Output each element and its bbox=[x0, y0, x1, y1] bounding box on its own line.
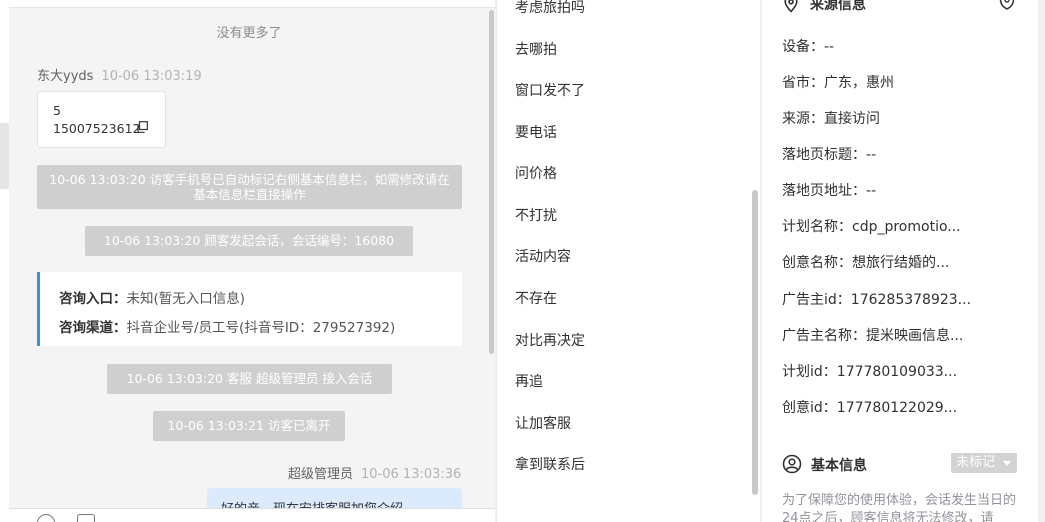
info-value: -- bbox=[866, 147, 877, 163]
info-label: 计划名称： bbox=[782, 219, 852, 235]
basic-info-title: 基本信息 bbox=[811, 458, 867, 474]
reason-item[interactable]: 考虑旅拍吗 bbox=[515, 0, 585, 17]
basic-info-note: 为了保障您的使用体验，会话发生当日的24点之后，顾客信息将无法修改，请 bbox=[782, 493, 1017, 522]
chat-panel: 没有更多了 东大yyds 10-06 13:03:19 5 15007523612… bbox=[9, 0, 495, 522]
info-label: 设备： bbox=[782, 39, 824, 55]
chat-input-toolbar bbox=[9, 508, 495, 522]
user-circle-icon bbox=[782, 454, 802, 474]
source-info-row: 计划id：177780109033... bbox=[782, 361, 957, 381]
info-label: 落地页地址： bbox=[782, 183, 866, 199]
reason-item[interactable]: 活动内容 bbox=[515, 246, 571, 266]
copy-icon[interactable] bbox=[136, 121, 148, 133]
system-message-session-start: 10-06 13:03:20 顾客发起会话，会话编号：16080 bbox=[85, 226, 413, 256]
message-time: 10-06 13:03:36 bbox=[361, 467, 462, 482]
tag-dropdown[interactable]: 未标记 bbox=[951, 453, 1017, 473]
info-label: 广告主id： bbox=[782, 292, 851, 308]
emoji-icon[interactable] bbox=[37, 514, 55, 522]
tag-dropdown-label: 未标记 bbox=[956, 455, 996, 470]
source-info-row: 广告主名称：提米映画信息... bbox=[782, 325, 963, 345]
location-pin-icon bbox=[784, 0, 798, 13]
source-info-row: 创意名称：想旅行结婚的... bbox=[782, 252, 949, 272]
source-info-row: 落地页地址：-- bbox=[782, 180, 876, 200]
reason-item[interactable]: 窗口发不了 bbox=[515, 80, 585, 100]
card-line: 5 bbox=[53, 103, 61, 118]
phone-card-message: 5 15007523612 bbox=[37, 91, 166, 148]
outer-left-strip bbox=[0, 0, 9, 522]
reason-item[interactable]: 再追 bbox=[515, 371, 543, 391]
source-info-row: 省市：广东，惠州 bbox=[782, 72, 894, 92]
reason-item[interactable]: 问价格 bbox=[515, 163, 557, 183]
message-header: 东大yyds 10-06 13:03:19 bbox=[37, 65, 202, 84]
chat-scrollbar[interactable] bbox=[489, 10, 494, 354]
info-value: -- bbox=[866, 183, 877, 199]
message-header: 超级管理员 10-06 13:03:36 bbox=[288, 463, 461, 482]
no-more-hint: 没有更多了 bbox=[216, 26, 282, 41]
reason-scrollbar[interactable] bbox=[752, 190, 758, 495]
source-info-row: 创意id：177780122029... bbox=[782, 397, 957, 417]
message-time: 10-06 13:03:19 bbox=[101, 69, 202, 84]
info-label: 计划id： bbox=[782, 364, 837, 380]
reason-item[interactable]: 不打扰 bbox=[515, 205, 557, 225]
consult-entry-label: 咨询入口： bbox=[59, 291, 127, 307]
source-info-row: 来源：直接访问 bbox=[782, 108, 880, 128]
consult-entry-value: 未知(暂无入口信息) bbox=[126, 291, 246, 307]
reason-item[interactable]: 去哪拍 bbox=[515, 39, 557, 59]
info-value: 177780109033... bbox=[836, 364, 958, 380]
reason-list-panel: 考虑旅拍吗去哪拍窗口发不了要电话问价格不打扰活动内容不存在对比再决定再追让加客服… bbox=[496, 0, 760, 522]
system-message-visitor-left: 10-06 13:03:21 访客已离开 bbox=[153, 411, 345, 441]
reason-item[interactable]: 让加客服 bbox=[515, 413, 571, 433]
info-value: 广东，惠州 bbox=[824, 75, 894, 91]
shield-icon[interactable] bbox=[998, 0, 1016, 10]
right-edge bbox=[1038, 0, 1045, 522]
info-value: 想旅行结婚的... bbox=[852, 255, 950, 271]
source-info-row: 广告主id：176285378923... bbox=[782, 289, 971, 309]
sender-name: 超级管理员 bbox=[288, 467, 354, 482]
system-message-phone-marked: 10-06 13:03:20 访客手机号已自动标记右侧基本信息栏，如需修改请在基… bbox=[37, 165, 462, 209]
info-value: 176285378923... bbox=[850, 292, 972, 308]
consult-channel-value: 抖音企业号/员工号(抖音号ID：279527392) bbox=[126, 320, 396, 336]
info-label: 省市： bbox=[782, 75, 824, 91]
consult-entry-row: 咨询入口：未知(暂无入口信息) bbox=[59, 285, 462, 314]
reason-item[interactable]: 不存在 bbox=[515, 288, 557, 308]
consult-channel-label: 咨询渠道： bbox=[59, 320, 127, 336]
chevron-down-icon bbox=[1003, 461, 1011, 466]
source-info-row: 落地页标题：-- bbox=[782, 144, 876, 164]
info-label: 创意id： bbox=[782, 400, 837, 416]
info-value: 177780122029... bbox=[836, 400, 958, 416]
image-icon[interactable] bbox=[77, 514, 95, 522]
chat-topbar bbox=[9, 0, 495, 8]
info-label: 落地页标题： bbox=[782, 147, 866, 163]
info-label: 来源： bbox=[782, 111, 824, 127]
reason-item[interactable]: 要电话 bbox=[515, 122, 557, 142]
sender-name: 东大yyds bbox=[37, 69, 94, 84]
reason-item[interactable]: 对比再决定 bbox=[515, 330, 585, 350]
source-info-row: 设备：-- bbox=[782, 36, 834, 56]
info-value: 直接访问 bbox=[824, 111, 880, 127]
source-info-row: 计划名称：cdp_promotio... bbox=[782, 216, 961, 236]
source-info-title: 来源信息 bbox=[810, 0, 866, 13]
info-value: cdp_promotio... bbox=[852, 219, 961, 235]
info-value: -- bbox=[824, 39, 835, 55]
info-value: 提米映画信息... bbox=[866, 328, 964, 344]
consult-info-card: 咨询入口：未知(暂无入口信息) 咨询渠道：抖音企业号/员工号(抖音号ID：279… bbox=[37, 272, 462, 346]
info-label: 创意名称： bbox=[782, 255, 852, 271]
outer-left-shade bbox=[0, 123, 9, 189]
consult-channel-row: 咨询渠道：抖音企业号/员工号(抖音号ID：279527392) bbox=[59, 314, 462, 343]
info-label: 广告主名称： bbox=[782, 328, 866, 344]
card-phone: 15007523612 bbox=[53, 121, 141, 136]
info-panel: 来源信息 设备：-- 省市：广东，惠州 来源：直接访问 落地页标题：-- 落地页地址：-… bbox=[762, 0, 1045, 522]
system-message-agent-joined: 10-06 13:03:20 客服 超级管理员 接入会话 bbox=[107, 364, 392, 394]
reason-item[interactable]: 拿到联系后 bbox=[515, 454, 585, 474]
